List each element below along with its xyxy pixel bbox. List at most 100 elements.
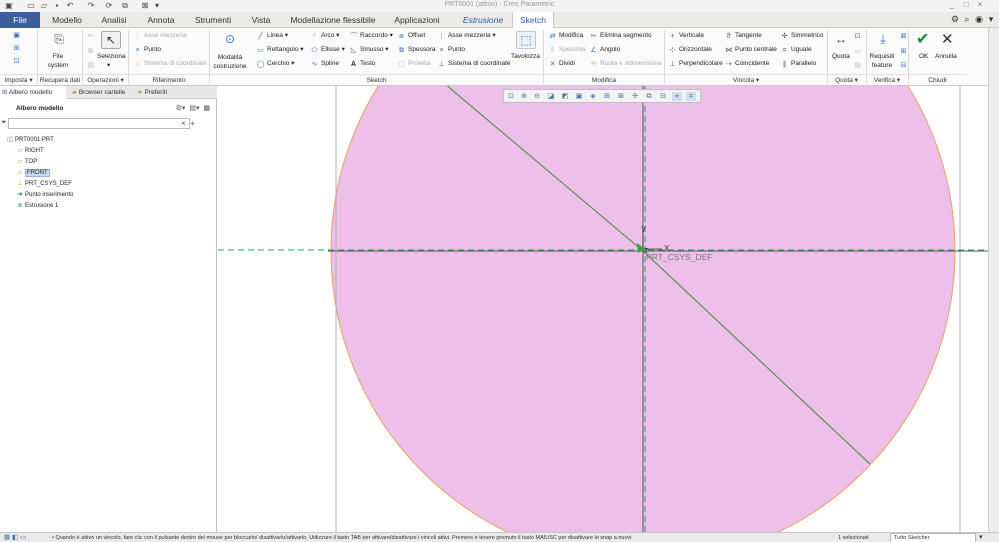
filter-icon[interactable]: ⏷ [1, 119, 7, 127]
delete-segment-button[interactable]: ✂ Elimina segmento [589, 31, 652, 41]
clear-filter-icon[interactable]: × [181, 119, 186, 128]
group-verifica[interactable]: Verifica ▾ [867, 74, 907, 85]
fillet-button[interactable]: ⌒ Raccordo ▾ [349, 31, 393, 41]
chamfer-button[interactable]: ◺ Smusso ▾ [349, 45, 389, 55]
status-window-icon[interactable]: ◧ [12, 534, 18, 541]
mirror-button[interactable]: ⫴ Specchia [548, 45, 586, 55]
group-imposta[interactable]: Imposta ▾ [0, 74, 37, 85]
dimension-sub2-icon[interactable]: ▭ [853, 46, 864, 56]
constraint-coincident-button[interactable]: ⇢ Coincidente [724, 59, 770, 69]
tab-strumenti[interactable]: Strumenti [188, 12, 238, 28]
help-icon[interactable]: ◉ [973, 14, 985, 25]
status-frame-icon[interactable]: ▭ [20, 534, 26, 541]
tab-modellazione-flessibile[interactable]: Modellazione flessibile [284, 12, 382, 28]
modify-button[interactable]: ⇄ Modifica [548, 31, 584, 41]
tree-columns-icon[interactable]: ▤▾ [189, 105, 199, 112]
constraint-perpendicular-button[interactable]: ⊥ Perpendicolare [668, 59, 722, 69]
tree-filter-input[interactable] [8, 118, 190, 129]
reference-icon[interactable]: ⊞ [12, 43, 23, 53]
feature-requirements-button[interactable]: Requisiti feature [868, 52, 896, 70]
maximize-icon[interactable]: □ [959, 0, 973, 9]
filter-dropdown-icon[interactable]: ▾ [979, 533, 983, 542]
ref-csys-button[interactable]: ⊥ Sistema di coordinate [133, 59, 206, 69]
constraint-display-icon[interactable]: ⌖ [672, 92, 682, 101]
constraint-equal-button[interactable]: = Uguale [780, 45, 811, 55]
ok-button[interactable]: OK [919, 52, 928, 61]
dimension-button[interactable]: Quota [832, 52, 850, 61]
saved-views-icon[interactable]: ▣ [574, 92, 584, 101]
file-system-button[interactable]: File system [40, 52, 76, 70]
tree-settings-icon[interactable]: ⚙▾ [176, 105, 186, 112]
display-style-icon[interactable]: ◈ [588, 92, 598, 101]
ref-point-button[interactable]: × Punto [133, 45, 161, 55]
tab-modello[interactable]: Modello [44, 12, 90, 28]
sketch-canvas[interactable]: Y X Z PRT_CSYS_DEF [218, 86, 988, 532]
constraint-horizontal-button[interactable]: ⊹ Orizzontale [668, 45, 712, 55]
tab-annota[interactable]: Annota [140, 12, 182, 28]
constraint-midpoint-button[interactable]: ⋈ Punto centrale [724, 45, 777, 55]
tree-display-icon[interactable]: ▦ [203, 105, 210, 112]
palette-button[interactable]: Tavolozza [511, 52, 540, 61]
select-dropdown-icon[interactable]: ▾ [107, 61, 110, 70]
search-filter-icon[interactable]: + [190, 119, 195, 128]
group-operazioni[interactable]: Operazioni ▾ [83, 74, 128, 85]
select-button[interactable]: Seleziona [97, 52, 126, 61]
dimension-sub1-icon[interactable]: ⊡ [853, 31, 864, 41]
spin-center-icon[interactable]: ✣ [630, 92, 640, 101]
spline-button[interactable]: ∿ Spline [310, 59, 340, 69]
tab-analisi[interactable]: Analisi [94, 12, 134, 28]
ref-centerline-button[interactable]: ⋮ Asse mezzeria [133, 31, 187, 41]
selection-count[interactable]: 1 selezionati [838, 533, 869, 542]
zoom-in-icon[interactable]: ⊕ [519, 92, 529, 101]
group-vincola[interactable]: Vincola ▾ [665, 74, 827, 85]
point-button[interactable]: × Punto [437, 45, 465, 55]
constraint-symmetric-button[interactable]: ✣ Simmetrico [780, 31, 824, 41]
tree-node-front[interactable]: ▱ FRONT [5, 167, 210, 178]
close-icon[interactable]: × [973, 0, 987, 9]
constraint-tangent-button[interactable]: ϑ Tangente [724, 31, 762, 41]
sketch-view-icon[interactable]: ⊡ [12, 56, 23, 66]
graphics-window[interactable]: Y X Z PRT_CSYS_DEF ⊡ ⊕ ⊖ ◪ ◩ ▣ ◈ ⊞ ⊠ ✣ ⧉… [218, 86, 988, 532]
tree-node-insert[interactable]: ➜ Punto inserimento [5, 189, 210, 200]
status-grid-icon[interactable]: ▦ [4, 534, 10, 541]
search-icon[interactable]: ⌕ [961, 14, 973, 25]
text-button[interactable]: A Testo [349, 59, 376, 69]
tree-node-top[interactable]: ▱ TOP [5, 156, 210, 167]
line-button[interactable]: ╱ Linea ▾ [256, 31, 288, 41]
sketcher-display-icon[interactable]: ⊟ [658, 92, 668, 101]
tab-preferiti[interactable]: ★ Preferiti [135, 86, 183, 99]
minimize-icon[interactable]: _ [945, 0, 959, 9]
ellipse-button[interactable]: ⬭ Ellisse ▾ [310, 45, 345, 55]
rectangle-button[interactable]: ▭ Rettangolo ▾ [256, 45, 303, 55]
rotate-resize-button[interactable]: ⟲ Ruota e ridimensiona [589, 59, 662, 69]
tab-browser-cartelle[interactable]: ▰ Browser cartelle [70, 86, 132, 99]
centerline-button[interactable]: ⋮ Asse mezzeria ▾ [437, 31, 496, 41]
tab-applicazioni[interactable]: Applicazioni [388, 12, 446, 28]
zoom-out-icon[interactable]: ⊖ [532, 92, 542, 101]
corner-button[interactable]: ∠ Angolo [589, 45, 620, 55]
repaint-icon[interactable]: ◪ [546, 92, 556, 101]
sketch-setup-icon[interactable]: ▣ [12, 30, 23, 40]
paste-icon[interactable]: ▤ [86, 60, 97, 70]
project-button[interactable]: ▢ Proietta [397, 59, 430, 69]
divide-button[interactable]: ✕ Dividi [548, 59, 575, 69]
tree-node-right[interactable]: ▱ RIGHT [5, 145, 210, 156]
cancel-button[interactable]: Annulla [935, 52, 957, 61]
sketch-view-icon-toolbar[interactable]: ⧉ [644, 92, 654, 101]
tree-node-part[interactable]: ◫ PRT0001.PRT [5, 134, 210, 145]
refit-icon[interactable]: ⊡ [506, 92, 516, 101]
circle-button[interactable]: ◯ Cerchio ▾ [256, 59, 295, 69]
tree-node-extrude[interactable]: ⧈ Estrusione 1 [5, 200, 210, 211]
constraint-parallel-button[interactable]: ∥ Parallelo [780, 59, 817, 69]
construction-mode-button[interactable]: Modalità costruzione [211, 53, 249, 71]
tab-vista[interactable]: Vista [244, 12, 278, 28]
tab-sketch[interactable]: Sketch [512, 12, 554, 29]
right-scroll-strip[interactable] [988, 28, 999, 532]
thicken-button[interactable]: ⧉ Spessora [397, 45, 435, 55]
copy-icon[interactable]: ⧉ [86, 46, 97, 56]
dimension-sub3-icon[interactable]: ▤ [853, 60, 864, 70]
selection-filter[interactable]: Tutto Sketcher [890, 533, 976, 542]
select-arrow-icon[interactable]: ↖ [101, 31, 121, 49]
gear-icon[interactable]: ⚙ [949, 14, 961, 25]
tab-file[interactable]: File [0, 12, 40, 28]
